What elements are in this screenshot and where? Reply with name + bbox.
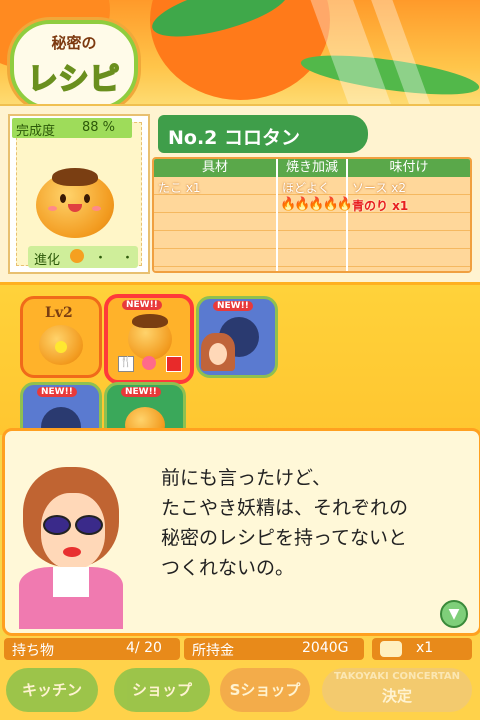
completion-label: 完成度 bbox=[16, 124, 56, 139]
new-badge: NEW!! bbox=[37, 387, 77, 397]
glasses-left bbox=[43, 515, 71, 535]
grid-slot-3[interactable]: NEW!! bbox=[196, 296, 278, 378]
dialog-line-2: たこやき妖精は、それぞれの bbox=[161, 497, 409, 519]
lady-face bbox=[209, 343, 227, 365]
evolution-chara-icon bbox=[70, 249, 84, 263]
blush bbox=[48, 206, 57, 211]
sshop-button[interactable]: Sショップ bbox=[220, 668, 310, 712]
recipe-table: 具材 焼き加減 味付け たこ x1 ほどよく 🔥🔥🔥🔥🔥 ソース x2 青のり … bbox=[152, 157, 472, 273]
sauce-cap bbox=[132, 314, 168, 328]
ingredient-cell: たこ x1 bbox=[158, 181, 201, 195]
new-badge: NEW!! bbox=[213, 301, 253, 311]
money-label: 所持金 bbox=[192, 643, 234, 659]
slot-level: Lv2 bbox=[45, 305, 73, 321]
new-badge: NEW!! bbox=[122, 300, 162, 310]
logo-line1: 秘密の bbox=[51, 34, 97, 52]
korotan-character bbox=[36, 168, 114, 238]
grid-slot-2-selected[interactable]: NEW!! 🍴 bbox=[104, 294, 194, 384]
items-status: 持ち物 4/ 20 bbox=[4, 638, 180, 660]
sauce-cell-1: ソース x2 bbox=[352, 181, 406, 195]
gift-icon bbox=[166, 356, 182, 372]
flame-icon: 🔥 bbox=[336, 197, 353, 212]
dialog-line-4: つくれないの。 bbox=[161, 557, 295, 579]
decide-label: 決定 bbox=[381, 687, 412, 705]
lady-portrait bbox=[19, 467, 123, 629]
flame-icon: 🔥 bbox=[308, 197, 324, 212]
next-arrow-button[interactable]: ▼ bbox=[440, 600, 468, 628]
logo-line2: レシピ bbox=[27, 61, 121, 98]
money-value: 2040G bbox=[302, 640, 349, 656]
recipe-name: No.2 コロタン bbox=[168, 127, 301, 149]
dialog-line-1: 前にも言ったけど、 bbox=[161, 467, 332, 489]
face-icon bbox=[142, 356, 156, 370]
flame-icon: 🔥 bbox=[322, 197, 339, 212]
flame-icons: 🔥🔥🔥🔥🔥 bbox=[280, 197, 353, 212]
items-value: 4/ 20 bbox=[126, 640, 162, 656]
flame-icon: 🔥 bbox=[294, 197, 310, 212]
header-sauce: 味付け bbox=[348, 159, 470, 177]
grid-slot-1[interactable]: Lv2 bbox=[20, 296, 102, 378]
money-status: 所持金 2040G bbox=[184, 638, 364, 660]
new-badge: NEW!! bbox=[121, 387, 161, 397]
kitchen-button[interactable]: キッチン bbox=[6, 668, 98, 712]
dialog-text: 前にも言ったけど、 たこやき妖精は、それぞれの 秘密のレシピを持ってないと つく… bbox=[161, 463, 408, 583]
sauce-cap bbox=[52, 168, 98, 186]
completion-row: 完成度 88 % bbox=[12, 118, 132, 139]
portrait-lips bbox=[63, 547, 81, 557]
eye bbox=[60, 194, 66, 203]
recipe-name-bar: No.2 コロタン bbox=[158, 115, 368, 153]
evolution-dots: ・・ bbox=[94, 251, 149, 266]
bake-cell: ほどよく bbox=[282, 181, 331, 195]
leaf-decoration bbox=[298, 47, 480, 103]
flame-icon: 🔥 bbox=[280, 197, 296, 212]
eye bbox=[84, 194, 90, 203]
mouth bbox=[68, 204, 82, 212]
ticket-icon bbox=[380, 641, 402, 657]
dialog-box[interactable]: 前にも言ったけど、 たこやき妖精は、それぞれの 秘密のレシピを持ってないと つく… bbox=[2, 428, 480, 636]
completion-value: 88 % bbox=[82, 120, 116, 135]
fork-icon: 🍴 bbox=[118, 356, 134, 372]
blush bbox=[92, 206, 101, 211]
portrait-collar bbox=[53, 567, 89, 597]
evolution-label: 進化 bbox=[34, 253, 61, 268]
decide-button[interactable]: TAKOYAKI CONCERTAN 決定 bbox=[322, 668, 472, 712]
header-ingredient: 具材 bbox=[154, 159, 276, 177]
evolution-row: 進化 ・・ bbox=[28, 246, 138, 268]
ticket-status: x1 bbox=[372, 638, 472, 660]
dialog-line-3: 秘密のレシピを持ってないと bbox=[161, 527, 408, 549]
fairy-nose bbox=[55, 341, 67, 353]
header-bake: 焼き加減 bbox=[278, 159, 346, 177]
glasses-right bbox=[75, 515, 103, 535]
sauce-cell-2: 青のり x1 bbox=[352, 199, 409, 213]
ticket-value: x1 bbox=[416, 640, 434, 656]
items-label: 持ち物 bbox=[12, 643, 54, 659]
secret-recipe-logo: 秘密の レシピ bbox=[10, 20, 138, 110]
shop-button[interactable]: ショップ bbox=[114, 668, 210, 712]
